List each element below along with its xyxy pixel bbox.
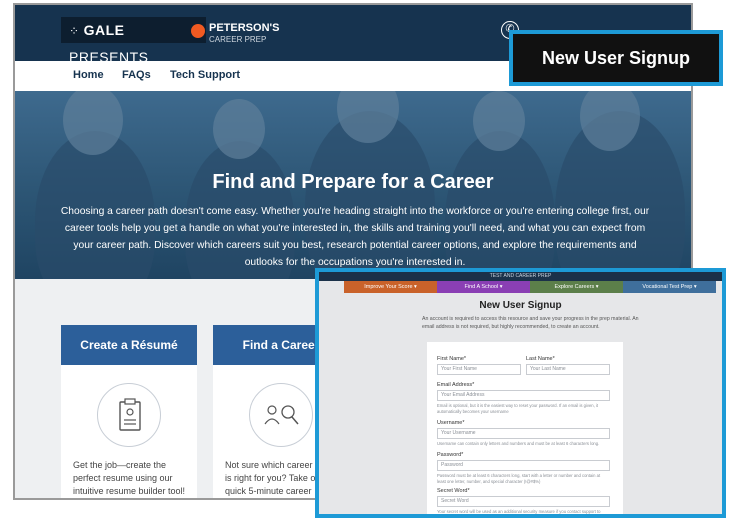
signup-intro: An account is required to access this re… xyxy=(422,316,639,330)
username-input[interactable]: Your Username xyxy=(437,428,610,439)
username-help: Username can contain only letters and nu… xyxy=(437,441,600,446)
nav-tech-support[interactable]: Tech Support xyxy=(170,69,240,81)
people-search-icon xyxy=(249,383,313,447)
signup-category-tabs: Improve Your Score ▾ Find A School ▾ Explo… xyxy=(344,281,716,293)
first-name-label: First Name* xyxy=(437,356,467,362)
signup-title: New User Signup xyxy=(479,300,562,311)
clipboard-resume-icon xyxy=(97,383,161,447)
nav-faqs[interactable]: FAQs xyxy=(122,69,151,81)
card-description: Get the job—create the perfect resume us… xyxy=(73,460,186,496)
screenshot-stage: ⁘ GALE PRESENTS PETERSON'S CAREER PREP ✆ … xyxy=(0,0,730,520)
first-name-input[interactable]: Your First Name xyxy=(437,364,521,375)
signup-top-label: TEST AND CAREER PREP xyxy=(319,272,722,281)
signup-tab[interactable]: Vocational Test Prep ▾ xyxy=(623,281,716,293)
email-input[interactable]: Your Email Address xyxy=(437,390,610,401)
signup-form: First Name* Your First Name Last Name* Y… xyxy=(427,342,623,518)
new-user-signup-callout: New User Signup xyxy=(509,30,723,86)
email-label: Email Address* xyxy=(437,382,475,388)
hero-title: Find and Prepare for a Career xyxy=(212,171,494,193)
petersons-title: PETERSON'S xyxy=(209,22,280,34)
password-help: Password must be at least 6 characters l… xyxy=(437,473,601,484)
email-help: Email is optional, but it is the easiest… xyxy=(437,403,599,414)
hero-photo-head xyxy=(473,91,525,151)
gale-dots-icon: ⁘ xyxy=(69,24,80,38)
secret-word-label: Secret Word* xyxy=(437,488,470,494)
nav-home[interactable]: Home xyxy=(73,69,104,81)
hero-banner: Find and Prepare for a Career Choosing a… xyxy=(15,91,691,279)
gale-logo-bold: GALE xyxy=(83,22,125,38)
signup-tab[interactable]: Improve Your Score ▾ xyxy=(344,281,437,293)
card-title: Create a Résumé xyxy=(61,325,197,365)
hero-photo-head xyxy=(213,99,265,159)
hero-description: Choosing a career path doesn't come easy… xyxy=(60,206,650,268)
username-label: Username* xyxy=(437,420,465,426)
petersons-subtitle: CAREER PREP xyxy=(209,35,267,44)
last-name-label: Last Name* xyxy=(526,356,555,362)
password-input[interactable]: Password xyxy=(437,460,610,471)
signup-tab[interactable]: Explore Careers ▾ xyxy=(530,281,623,293)
password-label: Password* xyxy=(437,452,464,458)
secret-word-input[interactable]: Secret Word xyxy=(437,496,610,507)
signup-tab[interactable]: Find A School ▾ xyxy=(437,281,530,293)
petersons-mark-icon xyxy=(191,24,205,38)
signup-overlay-zoom: TEST AND CAREER PREP Improve Your Score … xyxy=(315,268,726,518)
last-name-input[interactable]: Your Last Name xyxy=(526,364,610,375)
card-create-resume[interactable]: Create a Résumé Get the job—create the p… xyxy=(61,325,197,498)
gale-presents-logo[interactable]: ⁘ GALE PRESENTS xyxy=(61,17,206,65)
secret-word-help: Your secret word will be used as an addi… xyxy=(437,509,606,518)
